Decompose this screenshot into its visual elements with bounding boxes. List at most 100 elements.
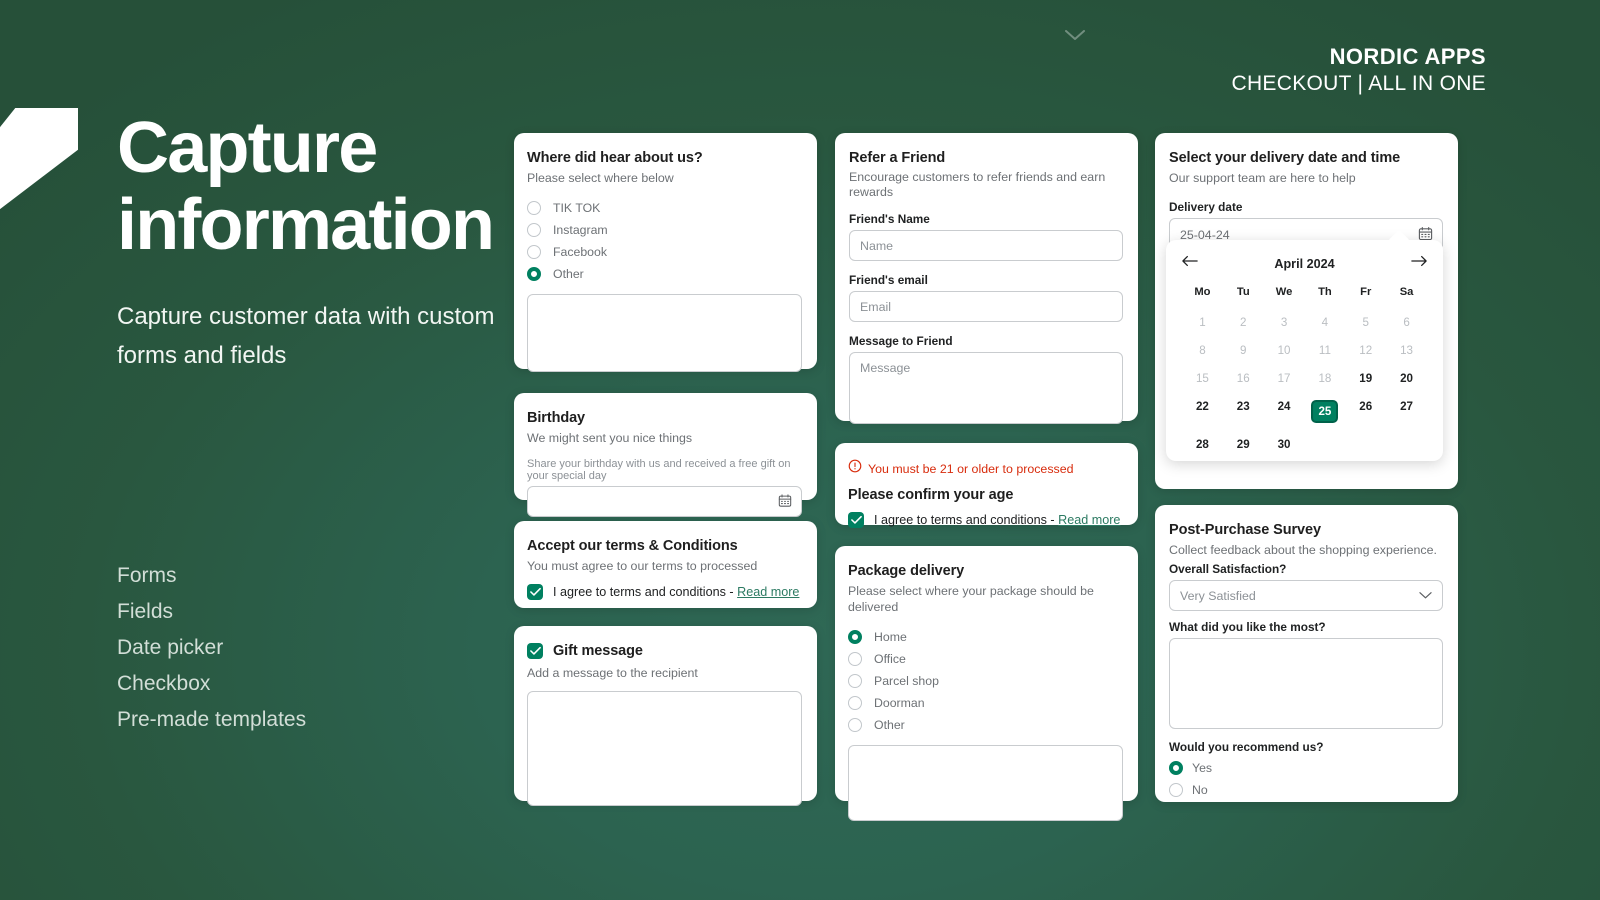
terms-checkbox-row[interactable]: I agree to terms and conditions - Read m… xyxy=(527,584,802,600)
card-post-purchase-survey: Post-Purchase Survey Collect feedback ab… xyxy=(1155,505,1458,802)
birthday-date-input[interactable] xyxy=(527,486,802,517)
radio-icon[interactable] xyxy=(527,245,541,259)
package-radio-group: Home Office Parcel shop Doorman Other xyxy=(848,627,1123,735)
arrow-left-icon[interactable] xyxy=(1182,254,1198,273)
calendar-day[interactable]: 28 xyxy=(1182,433,1223,456)
radio-option-doorman[interactable]: Doorman xyxy=(848,693,1123,713)
calendar-day[interactable]: 6 xyxy=(1386,311,1427,334)
radio-option-tiktok[interactable]: TIK TOK xyxy=(527,198,802,218)
calendar-month-label: April 2024 xyxy=(1274,257,1334,271)
radio-option-facebook[interactable]: Facebook xyxy=(527,242,802,262)
calendar-day-selected[interactable]: 25 xyxy=(1304,395,1345,428)
card-birthday: Birthday We might sent you nice things S… xyxy=(514,393,817,500)
calendar-icon[interactable] xyxy=(778,493,792,510)
calendar-day[interactable]: 23 xyxy=(1223,395,1264,428)
radio-icon[interactable] xyxy=(848,718,862,732)
friend-name-input[interactable]: Name xyxy=(849,230,1123,261)
calendar-day-empty xyxy=(1386,433,1427,456)
hear-about-textarea[interactable] xyxy=(527,294,802,372)
calendar-day[interactable]: 18 xyxy=(1304,367,1345,390)
calendar-day[interactable]: 9 xyxy=(1223,339,1264,362)
radio-option-other[interactable]: Other xyxy=(848,715,1123,735)
calendar-day[interactable]: 4 xyxy=(1304,311,1345,334)
gift-checkbox-row[interactable]: Gift message xyxy=(527,642,802,660)
card-terms-conditions: Accept our terms & Conditions You must a… xyxy=(514,521,817,608)
radio-label: Office xyxy=(874,652,906,666)
chevron-down-icon[interactable] xyxy=(1064,28,1086,42)
calendar-day-selected-label: 25 xyxy=(1311,400,1338,423)
calendar-day[interactable]: 20 xyxy=(1386,367,1427,390)
feature-list: Forms Fields Date picker Checkbox Pre-ma… xyxy=(117,562,306,742)
friend-message-label: Message to Friend xyxy=(849,334,1123,348)
card-refer-a-friend: Refer a Friend Encourage customers to re… xyxy=(835,133,1138,421)
card-title: Where did hear about us? xyxy=(527,149,802,167)
satisfaction-label: Overall Satisfaction? xyxy=(1169,562,1443,576)
radio-icon[interactable] xyxy=(527,223,541,237)
calendar-day[interactable]: 16 xyxy=(1223,367,1264,390)
radio-option-yes[interactable]: Yes xyxy=(1169,758,1443,778)
chevron-down-icon[interactable] xyxy=(1419,589,1432,603)
calendar-day[interactable]: 27 xyxy=(1386,395,1427,428)
alert-circle-icon xyxy=(848,459,862,478)
calendar-day[interactable]: 3 xyxy=(1264,311,1305,334)
age-checkbox-row[interactable]: I agree to terms and conditions - Read m… xyxy=(848,512,1123,528)
calendar-day[interactable]: 30 xyxy=(1264,433,1305,456)
radio-option-parcel-shop[interactable]: Parcel shop xyxy=(848,671,1123,691)
calendar-weekday: Tu xyxy=(1223,283,1264,306)
checkbox-checked-icon[interactable] xyxy=(527,643,543,659)
calendar-day[interactable]: 17 xyxy=(1264,367,1305,390)
calendar-day[interactable]: 24 xyxy=(1264,395,1305,428)
calendar-day[interactable]: 22 xyxy=(1182,395,1223,428)
friend-name-label: Friend's Name xyxy=(849,212,1123,226)
radio-option-no[interactable]: No xyxy=(1169,780,1443,800)
feature-item: Date picker xyxy=(117,634,306,663)
calendar-day[interactable]: 29 xyxy=(1223,433,1264,456)
age-error-text: You must be 21 or older to processed xyxy=(868,462,1074,476)
radio-option-office[interactable]: Office xyxy=(848,649,1123,669)
radio-label: Yes xyxy=(1192,761,1212,775)
radio-option-other[interactable]: Other xyxy=(527,264,802,284)
radio-option-home[interactable]: Home xyxy=(848,627,1123,647)
radio-label: TIK TOK xyxy=(553,201,600,215)
satisfaction-select[interactable]: Very Satisfied xyxy=(1169,580,1443,611)
checkbox-checked-icon[interactable] xyxy=(527,584,543,600)
terms-read-more-link[interactable]: Read more xyxy=(737,585,799,599)
gift-message-textarea[interactable] xyxy=(527,691,802,806)
radio-icon[interactable] xyxy=(848,652,862,666)
package-textarea[interactable] xyxy=(848,745,1123,821)
checkbox-checked-icon[interactable] xyxy=(848,512,864,528)
calendar-day[interactable]: 2 xyxy=(1223,311,1264,334)
calendar-day[interactable]: 26 xyxy=(1345,395,1386,428)
arrow-right-icon[interactable] xyxy=(1411,254,1427,273)
card-subtitle: Add a message to the recipient xyxy=(527,665,802,681)
radio-icon-selected[interactable] xyxy=(848,630,862,644)
radio-icon[interactable] xyxy=(1169,783,1183,797)
radio-icon-selected[interactable] xyxy=(527,267,541,281)
card-gift-message: Gift message Add a message to the recipi… xyxy=(514,626,817,801)
calendar-day[interactable]: 15 xyxy=(1182,367,1223,390)
calendar-day[interactable]: 5 xyxy=(1345,311,1386,334)
calendar-day[interactable]: 13 xyxy=(1386,339,1427,362)
calendar-day[interactable]: 1 xyxy=(1182,311,1223,334)
calendar-day[interactable]: 10 xyxy=(1264,339,1305,362)
calendar-day[interactable]: 8 xyxy=(1182,339,1223,362)
friend-message-textarea[interactable]: Message xyxy=(849,352,1123,424)
radio-option-instagram[interactable]: Instagram xyxy=(527,220,802,240)
calendar-weekday: Sa xyxy=(1386,283,1427,306)
calendar-day[interactable]: 19 xyxy=(1345,367,1386,390)
age-read-more-link[interactable]: Read more xyxy=(1058,513,1120,527)
radio-icon[interactable] xyxy=(848,674,862,688)
feature-item: Checkbox xyxy=(117,670,306,699)
card-subtitle: Our support team are here to help xyxy=(1169,170,1443,186)
like-most-textarea[interactable] xyxy=(1169,638,1443,729)
friend-email-input[interactable]: Email xyxy=(849,291,1123,322)
radio-icon[interactable] xyxy=(848,696,862,710)
calendar-day[interactable]: 11 xyxy=(1304,339,1345,362)
radio-icon-selected[interactable] xyxy=(1169,761,1183,775)
radio-icon[interactable] xyxy=(527,201,541,215)
card-confirm-age: You must be 21 or older to processed Ple… xyxy=(835,443,1138,525)
calendar-day-empty xyxy=(1304,433,1345,456)
card-title: Please confirm your age xyxy=(848,486,1123,504)
brand-block: NORDIC APPS CHECKOUT | ALL IN ONE xyxy=(1232,44,1487,96)
calendar-day[interactable]: 12 xyxy=(1345,339,1386,362)
